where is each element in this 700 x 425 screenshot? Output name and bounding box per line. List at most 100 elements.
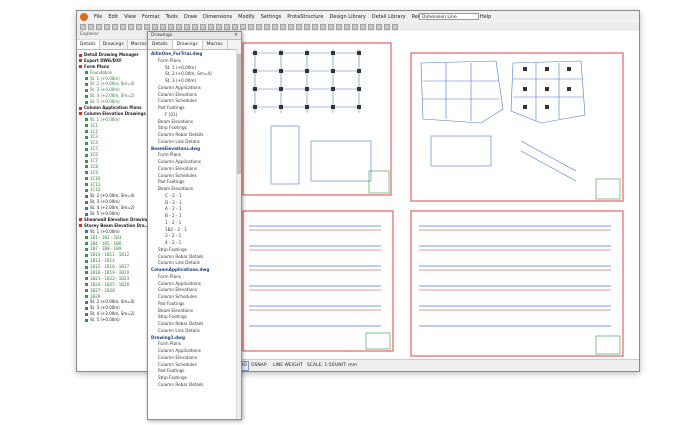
drawing-item[interactable]: Column Applications [148,159,241,166]
drawing-canvas[interactable] [241,31,639,359]
sheet-beam-elevations-1[interactable] [242,210,394,352]
toolbar-tool-icon[interactable] [352,24,358,30]
drawings-tab-drawings[interactable]: Drawings [172,40,203,49]
toolbar-tool-icon[interactable] [240,24,246,30]
tree-item[interactable]: St. 5 (+0.00m) [77,317,147,323]
toolbar-tool-icon[interactable] [224,24,230,30]
menu-detail-library[interactable]: Detail Library [369,11,409,23]
drawing-item[interactable]: Strip Footings [148,314,241,321]
drawing-item[interactable]: Form Plans [148,152,241,159]
status-scale[interactable]: SCALE: 1:50 [307,360,334,371]
menu-modify[interactable]: Modify [235,11,258,23]
menu-tools[interactable]: Tools [163,11,181,23]
toolbar-tool-icon[interactable] [264,24,270,30]
toolbar-tool-icon[interactable] [128,24,134,30]
menu-edit[interactable]: Edit [105,11,121,23]
toolbar-tool-icon[interactable] [160,24,166,30]
drawing-item[interactable]: 1B2 - 2 - 1 [148,227,241,234]
toolbar-tool-icon[interactable] [112,24,118,30]
drawing-item[interactable]: Column Schedules [148,173,241,180]
sheet-form-plan[interactable] [242,42,392,196]
drawing-file-item[interactable]: BeamElevations.dwg [148,146,241,153]
toolbar-tool-icon[interactable] [272,24,278,30]
toolbar-tool-icon[interactable] [176,24,182,30]
drawing-item[interactable]: Strip Footings [148,247,241,254]
drawing-item[interactable]: Pad Footings [148,179,241,186]
drawing-item[interactable]: Column Link Details [148,260,241,267]
menu-protastructure[interactable]: ProtaStructure [284,11,326,23]
toolbar-tool-icon[interactable] [296,24,302,30]
app-logo-icon[interactable] [80,13,88,21]
drawing-item[interactable]: Column Rebar Details [148,321,241,328]
drawing-item[interactable]: Column Link Details [148,139,241,146]
drawing-item[interactable]: Column Rebar Details [148,382,241,389]
toolbar-tool-icon[interactable] [328,24,334,30]
toolbar-tool-icon[interactable] [320,24,326,30]
drawing-item[interactable]: Beam Elevations [148,186,241,193]
drawing-item[interactable]: Form Plans [148,274,241,281]
menu-format[interactable]: Format [139,11,163,23]
toolbar-tool-icon[interactable] [104,24,110,30]
toolbar-tool-icon[interactable] [344,24,350,30]
toolbar-tool-icon[interactable] [184,24,190,30]
drawing-item[interactable]: Strip Footings [148,375,241,382]
drawing-item[interactable]: St. 3 (+0.00m) [148,78,241,85]
sheet-beam-elevations-2[interactable] [410,210,624,357]
toolbar-tool-icon[interactable] [280,24,286,30]
drawing-item[interactable]: Pad Footings [148,301,241,308]
drawing-item[interactable]: Pad Footings [148,368,241,375]
toolbar-tool-icon[interactable] [336,24,342,30]
toolbar-tool-icon[interactable] [392,24,398,30]
toolbar-tool-icon[interactable] [368,24,374,30]
close-icon[interactable]: × [234,32,238,39]
drawing-item[interactable]: Column Rebar Details [148,132,241,139]
toolbar-tool-icon[interactable] [192,24,198,30]
status-unit[interactable]: UNIT: mm [335,360,357,371]
drawing-item[interactable]: C - 2 - 1 [148,193,241,200]
drawing-item[interactable]: F (01) [148,112,241,119]
drawing-item[interactable]: Column Applications [148,348,241,355]
menu-draw[interactable]: Draw [181,11,200,23]
toolbar-tool-icon[interactable] [384,24,390,30]
explorer-tab-drawings[interactable]: Drawings [100,40,128,49]
toolbar-tool-icon[interactable] [136,24,142,30]
drawing-item[interactable]: Pad Footings [148,105,241,112]
toolbar-tool-icon[interactable] [288,24,294,30]
toolbar-tool-icon[interactable] [232,24,238,30]
drawings-scrollbar[interactable] [236,48,241,419]
drawing-item[interactable]: Column Applications [148,281,241,288]
toolbar-tool-icon[interactable] [304,24,310,30]
toolbar-tool-icon[interactable] [208,24,214,30]
status-toggle-osnap[interactable]: OSNAP [251,360,267,371]
dimension-style-combo[interactable]: Dimension Line [419,13,479,20]
drawing-item[interactable]: Column Elevations [148,355,241,362]
drawing-item[interactable]: 1 - 2 - 1 [148,220,241,227]
drawing-item[interactable]: Strip Footings [148,125,241,132]
drawing-item[interactable]: Form Plans [148,341,241,348]
drawing-item[interactable]: St. 2 (+0.00m, Sm=4) [148,71,241,78]
menu-help[interactable]: Help [477,11,494,23]
menu-file[interactable]: File [91,11,105,23]
drawing-item[interactable]: Beam Elevations [148,308,241,315]
toolbar-tool-icon[interactable] [80,24,86,30]
toolbar-tool-icon[interactable] [168,24,174,30]
drawing-item[interactable]: Column Schedules [148,294,241,301]
drawing-item[interactable]: Column Schedules [148,98,241,105]
drawing-item[interactable]: 4 - 2 - 1 [148,240,241,247]
drawing-item[interactable]: Column Applications [148,85,241,92]
menu-dimensions[interactable]: Dimensions [200,11,235,23]
drawing-item[interactable]: 3 - 2 - 1 [148,233,241,240]
sheet-column-applications[interactable] [410,52,624,202]
toolbar-tool-icon[interactable] [144,24,150,30]
menu-settings[interactable]: Settings [258,11,285,23]
toolbar-tool-icon[interactable] [216,24,222,30]
explorer-tab-details[interactable]: Details [77,40,100,49]
drawing-file-item[interactable]: Drawing1.dwg [148,335,241,342]
drawing-item[interactable]: Column Elevations [148,166,241,173]
drawing-item[interactable]: St. 1 (+0.00m) [148,65,241,72]
explorer-tab-macros[interactable]: Macros [128,40,147,49]
toolbar-tool-icon[interactable] [360,24,366,30]
drawing-item[interactable]: Column Link Details [148,328,241,335]
status-toggle-line-weight[interactable]: LINE WEIGHT [273,360,303,371]
drawing-item[interactable]: Column Schedules [148,362,241,369]
